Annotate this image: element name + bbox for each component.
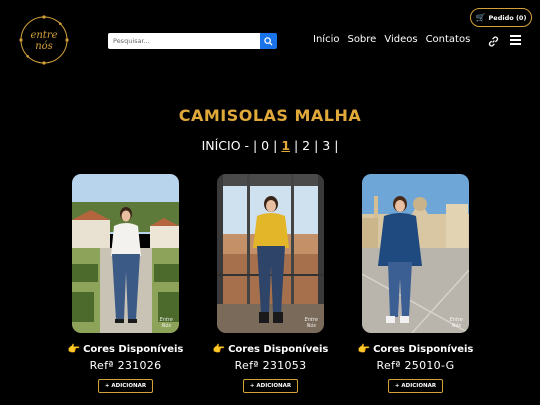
cart-icon: 🛒 — [475, 12, 486, 22]
nav-inicio[interactable]: Início — [313, 34, 339, 45]
page-title: CAMISOLAS MALHA — [178, 106, 362, 125]
product-ref: Refª 25010-G — [376, 359, 455, 372]
watermark: Entre Nós — [159, 317, 173, 329]
product-card: Entre Nós 👉 Cores Disponíveis Refª 231026 … — [68, 174, 183, 393]
search-input[interactable] — [108, 33, 260, 49]
product-photo-image — [217, 174, 324, 333]
hamburger-menu-icon[interactable] — [510, 35, 521, 46]
product-photo-image — [72, 174, 179, 333]
order-label: Pedido (0) — [488, 13, 527, 22]
logo[interactable]: entre nós — [18, 14, 70, 66]
product-photo-image — [362, 174, 469, 333]
logo-text-bottom: nós — [35, 41, 53, 52]
pagination: INÍCIO - | 0 | 1 | 2 | 3 | — [0, 138, 540, 153]
watermark: Entre Nós — [304, 317, 318, 329]
add-button[interactable]: + ADICIONAR — [97, 379, 154, 393]
product-photo[interactable]: Entre Nós — [217, 174, 324, 333]
order-button[interactable]: 🛒 Pedido (0) — [470, 8, 532, 27]
product-ref: Refª 231053 — [234, 359, 307, 372]
pager-prefix[interactable]: INÍCIO - | 0 | — [202, 138, 278, 153]
pager-current[interactable]: 1 — [281, 138, 290, 153]
colors-available[interactable]: 👉 Cores Disponíveis — [197, 344, 344, 355]
pointing-hand-icon: 👉 — [67, 344, 81, 355]
pager-suffix[interactable]: | 2 | 3 | — [294, 138, 338, 153]
colors-available[interactable]: 👉 Cores Disponíveis — [342, 344, 489, 355]
product-photo[interactable]: Entre Nós — [362, 174, 469, 333]
add-button[interactable]: + ADICIONAR — [387, 379, 444, 393]
add-button[interactable]: + ADICIONAR — [242, 379, 299, 393]
nav-contatos[interactable]: Contatos — [426, 34, 471, 45]
colors-available[interactable]: 👉 Cores Disponíveis — [52, 344, 199, 355]
link-icon[interactable] — [487, 35, 500, 48]
product-ref: Refª 231026 — [89, 359, 162, 372]
nav-sobre[interactable]: Sobre — [347, 34, 376, 45]
nav-videos[interactable]: Videos — [384, 34, 417, 45]
search-icon — [264, 36, 273, 46]
product-card: Entre Nós 👉 Cores Disponíveis Refª 231053 … — [213, 174, 328, 393]
main-nav: Início Sobre Videos Contatos — [313, 34, 470, 45]
product-card: Entre Nós 👉 Cores Disponíveis Refª 25010-G… — [358, 174, 473, 393]
search-bar — [108, 33, 277, 49]
pointing-hand-icon: 👉 — [212, 344, 226, 355]
pointing-hand-icon: 👉 — [357, 344, 371, 355]
search-button[interactable] — [260, 33, 277, 49]
logo-text-top: entre — [30, 30, 57, 41]
product-photo[interactable]: Entre Nós — [72, 174, 179, 333]
watermark: Entre Nós — [449, 317, 463, 329]
